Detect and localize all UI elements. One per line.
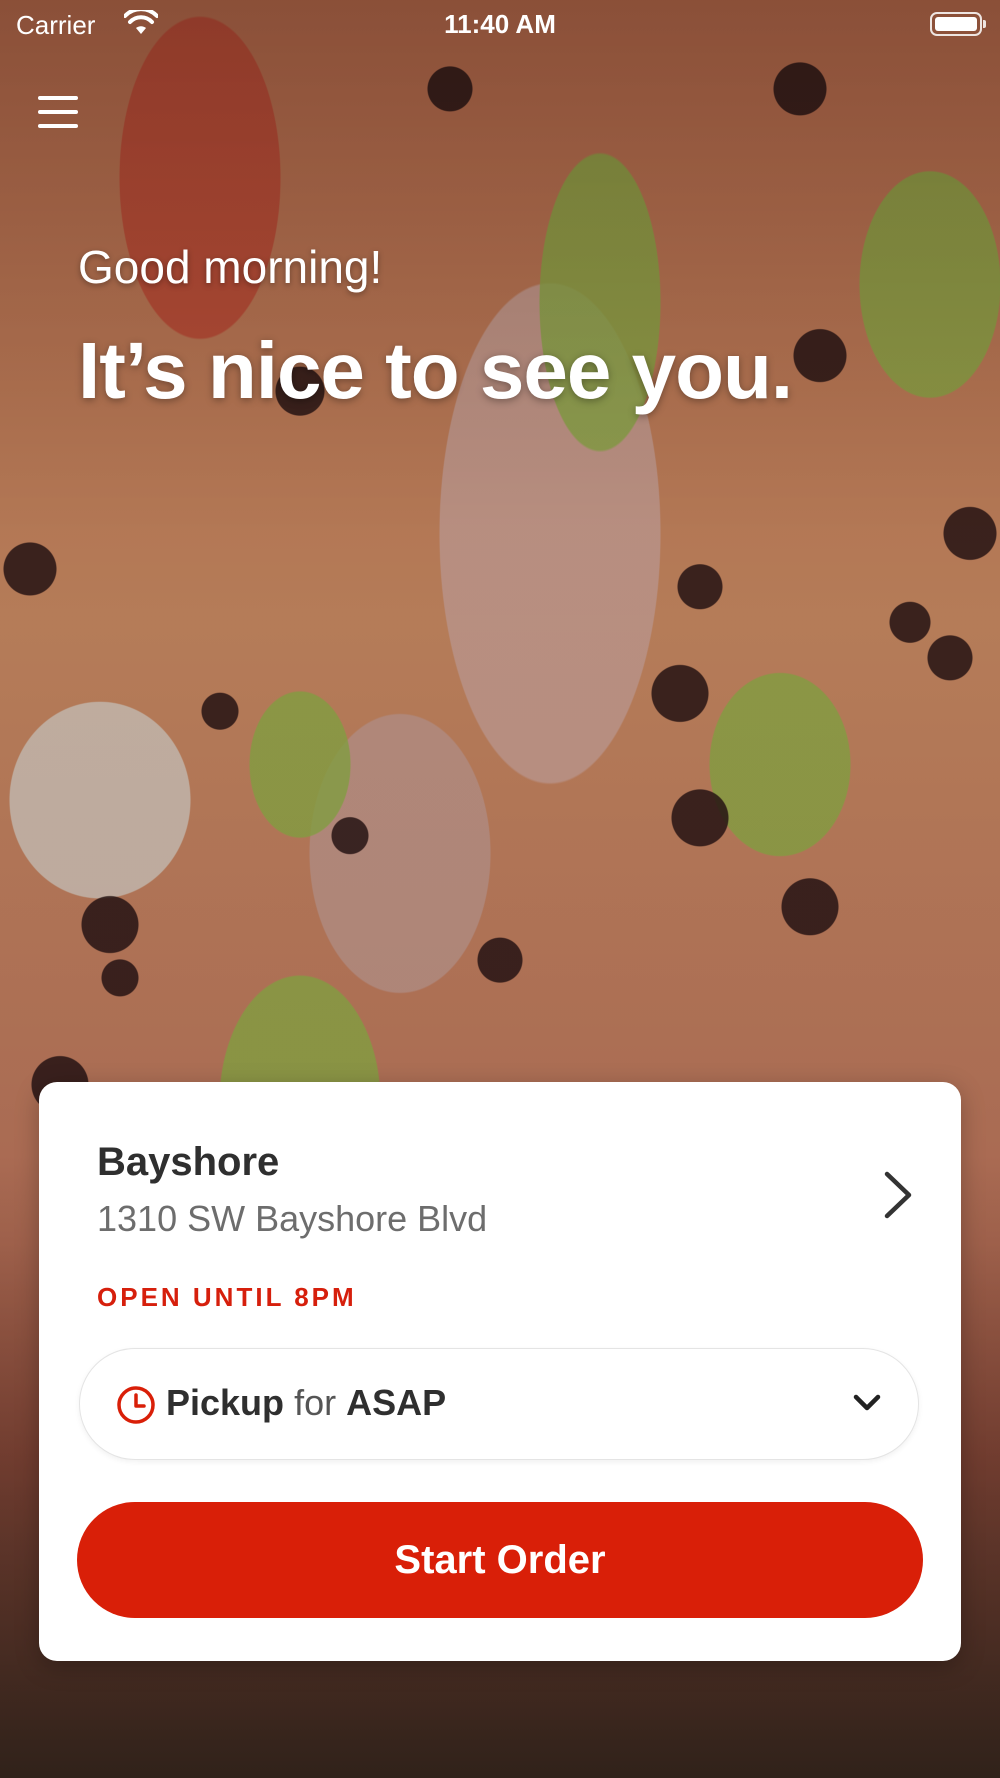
order-mode-label: Pickup for ASAP <box>166 1382 446 1424</box>
welcome-headline: It’s nice to see you. <box>78 326 793 415</box>
hamburger-menu-icon[interactable] <box>38 94 78 130</box>
order-mode-time: ASAP <box>346 1382 447 1423</box>
menu-bar-bottom <box>38 124 78 128</box>
order-mode-connector: for <box>294 1382 337 1423</box>
greeting-text: Good morning! <box>78 241 383 293</box>
store-hours-status: OPEN UNTIL 8PM <box>97 1282 357 1312</box>
order-mode-selector[interactable]: Pickup for ASAP <box>79 1348 919 1460</box>
clock-icon <box>117 1386 155 1424</box>
status-bar: Carrier 11:40 AM <box>0 0 1000 50</box>
order-mode-type: Pickup <box>166 1382 285 1423</box>
home-screen: Carrier 11:40 AM Good morning! It’s nice… <box>0 0 1000 1778</box>
chevron-down-icon <box>853 1394 881 1411</box>
menu-bar-top <box>38 96 78 100</box>
status-time: 11:40 AM <box>444 9 556 39</box>
chevron-right-icon <box>884 1171 912 1219</box>
store-name: Bayshore <box>97 1140 280 1184</box>
menu-bar-middle <box>38 110 78 114</box>
start-order-button[interactable]: Start Order <box>77 1502 923 1618</box>
store-address: 1310 SW Bayshore Blvd <box>97 1198 488 1239</box>
store-location-row[interactable]: Bayshore 1310 SW Bayshore Blvd <box>97 1140 917 1250</box>
store-card: Bayshore 1310 SW Bayshore Blvd OPEN UNTI… <box>39 1082 961 1661</box>
battery-icon <box>930 12 986 36</box>
